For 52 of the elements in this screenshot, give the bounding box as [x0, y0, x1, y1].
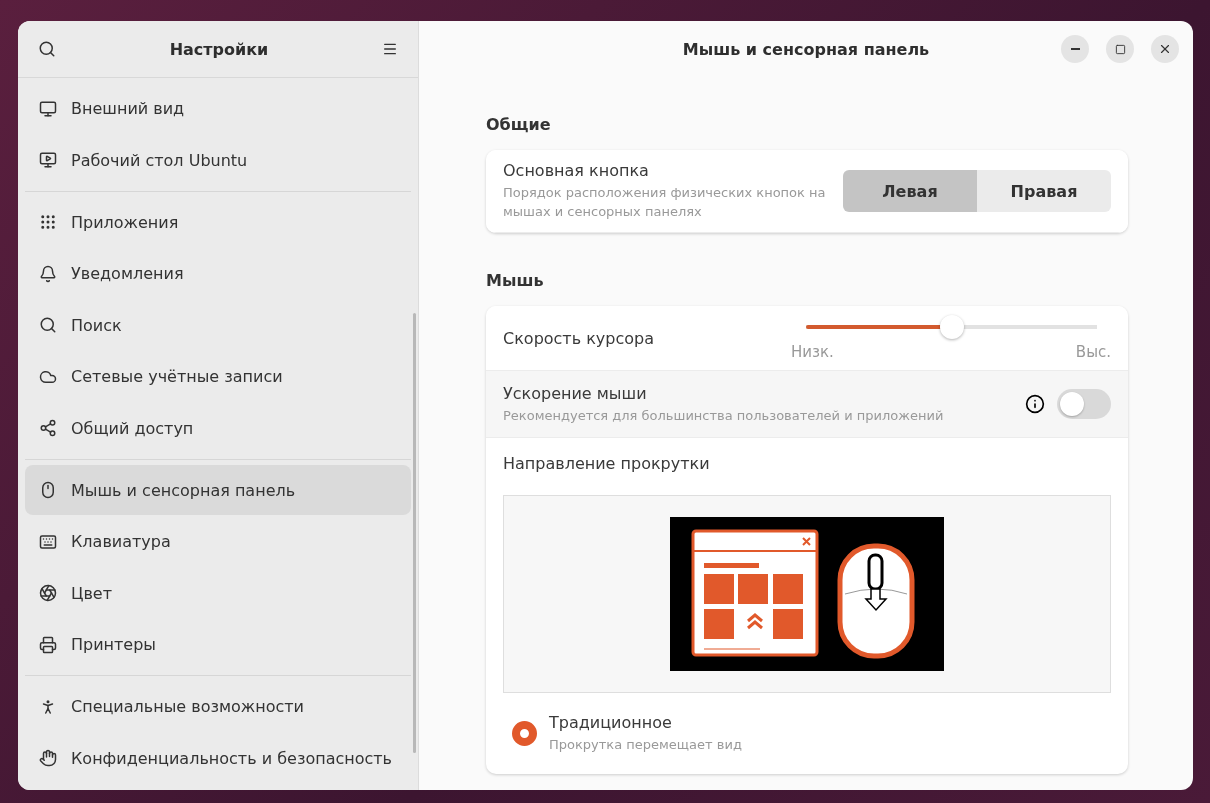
sidebar-item[interactable]: Общий доступ [25, 403, 411, 453]
minimize-button[interactable] [1061, 35, 1089, 63]
sidebar-item[interactable]: Сетевые учётные записи [25, 351, 411, 402]
monitor-icon [39, 151, 57, 169]
sidebar-item[interactable]: Поиск [25, 300, 411, 350]
segment-button[interactable]: Правая [977, 170, 1111, 212]
keyboard-icon [39, 532, 57, 551]
sidebar-item[interactable]: Мышь и сенсорная панель [25, 465, 411, 515]
sidebar-item[interactable]: Внешний вид [25, 83, 411, 134]
sidebar-item[interactable]: Рабочий стол Ubuntu [25, 135, 411, 185]
close-button[interactable] [1151, 35, 1179, 63]
maximize-icon [1114, 43, 1126, 55]
maximize-button[interactable] [1106, 35, 1134, 63]
sidebar-item[interactable]: Клавиатура [25, 516, 411, 567]
option-label: Традиционное [549, 713, 673, 732]
search-icon [39, 316, 57, 334]
toggle-switch[interactable] [1057, 389, 1111, 419]
info-icon[interactable] [1025, 394, 1045, 414]
search-icon [38, 40, 56, 58]
option-description: Прокрутка перемещает вид [549, 736, 743, 754]
mouse-icon [39, 481, 57, 499]
setting-label: Направление прокрутки [503, 454, 710, 473]
close-icon [1158, 42, 1172, 56]
menu-icon [382, 41, 398, 57]
monitor-icon [39, 99, 57, 118]
sidebar-item[interactable]: Цвет [25, 568, 411, 618]
radio-button[interactable] [512, 721, 537, 746]
scrollbar[interactable] [413, 313, 416, 753]
sidebar-item[interactable]: Приложения [25, 197, 411, 247]
section-heading: Общие [486, 115, 552, 134]
sidebar-item[interactable]: Принтеры [25, 619, 411, 670]
slider-min-label: Низк. [791, 343, 834, 361]
minimize-icon [1070, 48, 1080, 50]
sidebar-item[interactable]: Конфиденциальность и безопасность [25, 733, 411, 783]
sidebar-item[interactable]: Специальные возможности [25, 681, 411, 732]
setting-description: Порядок расположения физических кнопок на мышах и сенсорных панелях [503, 184, 827, 221]
slider-max-label: Выс. [1075, 343, 1111, 361]
setting-label: Основная кнопка [503, 161, 650, 180]
section-heading: Мышь [486, 271, 545, 290]
setting-label: Ускорение мыши [503, 383, 648, 403]
printer-icon [39, 635, 57, 654]
grid-icon [39, 213, 57, 231]
share-icon [39, 419, 57, 437]
setting-description: Рекомендуется для большинства пользователей и приложений [503, 406, 945, 425]
window-title: Мышь и сенсорная панель [682, 39, 930, 59]
segment-button[interactable]: Левая [843, 170, 977, 212]
sidebar-item[interactable]: Уведомления [25, 248, 411, 299]
setting-label: Скорость курсора [503, 328, 656, 348]
bell-icon [39, 264, 57, 283]
hand-icon [39, 749, 57, 767]
slider-thumb[interactable] [939, 315, 964, 339]
sidebar-title: Настройки [169, 39, 269, 59]
